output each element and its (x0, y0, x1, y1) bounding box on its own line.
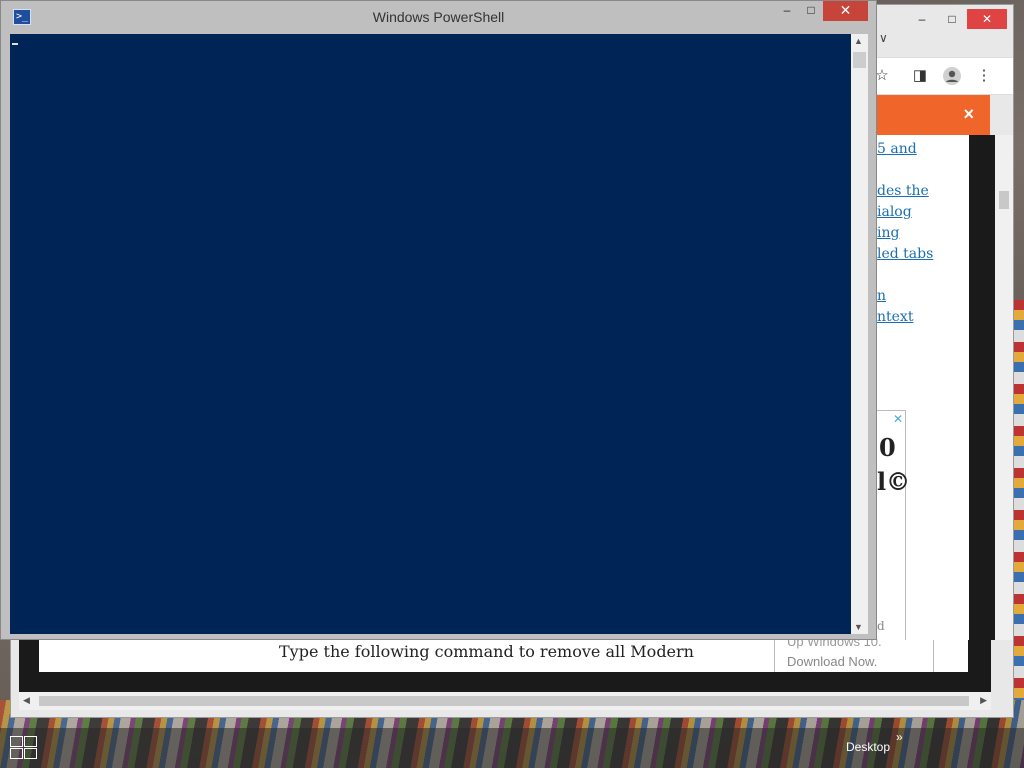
advertisement[interactable]: Up Windows 10. Download Now. (774, 634, 934, 672)
article-link[interactable]: ntext (877, 309, 913, 325)
browser-horizontal-scrollbar[interactable]: ◀ ▶ (19, 692, 991, 710)
article-link[interactable]: led tabs (877, 246, 933, 262)
browser-vertical-scrollbar[interactable]: ▼ (995, 135, 1013, 695)
close-button[interactable]: ✕ (823, 1, 868, 21)
ad-text: Download Now. (787, 654, 878, 669)
browser-page-lower: Type the following command to remove all… (10, 634, 1014, 718)
scroll-thumb[interactable] (853, 52, 866, 68)
wallpaper-edge (1014, 300, 1024, 700)
notification-banner: × (859, 95, 990, 135)
scroll-left-arrow-icon[interactable]: ◀ (23, 695, 30, 706)
windows-logo-icon (10, 748, 23, 759)
article-link[interactable]: 5 and (877, 141, 917, 157)
window-controls: – □ ✕ (775, 1, 868, 21)
window-title: Windows PowerShell (372, 9, 505, 25)
browser-minimize-button[interactable]: – (907, 9, 937, 29)
minimize-button[interactable]: – (775, 1, 799, 21)
windows-logo-icon (24, 736, 37, 747)
taskbar: Desktop » (0, 728, 1024, 768)
scroll-down-arrow-icon[interactable]: ▼ (854, 622, 863, 632)
profile-icon[interactable] (943, 67, 961, 85)
article-content: 5 and des the ialog ing led tabs n ntext… (877, 135, 969, 680)
browser-window: – □ ✕ ∨ ☆ ◨ ⋮ × 5 and des the ialog ing … (858, 4, 1014, 718)
article-link[interactable]: ing (877, 225, 899, 241)
scroll-up-arrow-icon[interactable]: ▲ (854, 36, 863, 46)
scroll-thumb[interactable] (39, 696, 969, 706)
more-icon[interactable]: ⋮ (975, 67, 993, 85)
windows-logo-icon (10, 736, 23, 747)
article-paragraph: Type the following command to remove all… (279, 642, 694, 661)
chevron-icon[interactable]: » (896, 730, 903, 744)
browser-window-controls: – □ ✕ (907, 9, 1007, 29)
article-link[interactable]: des the (877, 183, 929, 199)
sidebar-icon[interactable]: ◨ (911, 67, 929, 85)
text-cursor (12, 43, 18, 45)
browser-close-button[interactable]: ✕ (967, 9, 1007, 29)
desktop-toolbar-label[interactable]: Desktop (846, 740, 890, 754)
console-vertical-scrollbar[interactable]: ▲ ▼ (851, 34, 868, 634)
tab-search-chevron-icon[interactable]: ∨ (879, 31, 888, 45)
browser-maximize-button[interactable]: □ (937, 9, 967, 29)
browser-toolbar: ☆ ◨ ⋮ (859, 57, 1013, 95)
banner-close-icon[interactable]: × (963, 104, 974, 125)
ad-text: d (877, 619, 885, 633)
console-area[interactable] (10, 34, 851, 634)
scroll-right-arrow-icon[interactable]: ▶ (980, 695, 987, 706)
powershell-window: >_ Windows PowerShell – □ ✕ ▲ ▼ (0, 0, 877, 640)
powershell-title-bar[interactable]: >_ Windows PowerShell – □ ✕ (1, 1, 876, 33)
windows-logo-icon (24, 748, 37, 759)
scroll-thumb[interactable] (999, 191, 1009, 209)
ad-headline: l© (877, 467, 911, 496)
ad-headline: 0 (879, 433, 896, 462)
ad-close-icon[interactable]: ✕ (893, 412, 903, 426)
maximize-button[interactable]: □ (799, 1, 823, 21)
article-content: Type the following command to remove all… (39, 634, 968, 672)
start-button[interactable] (10, 736, 38, 760)
article-link[interactable]: n (877, 288, 886, 304)
article-link[interactable]: ialog (877, 204, 912, 220)
